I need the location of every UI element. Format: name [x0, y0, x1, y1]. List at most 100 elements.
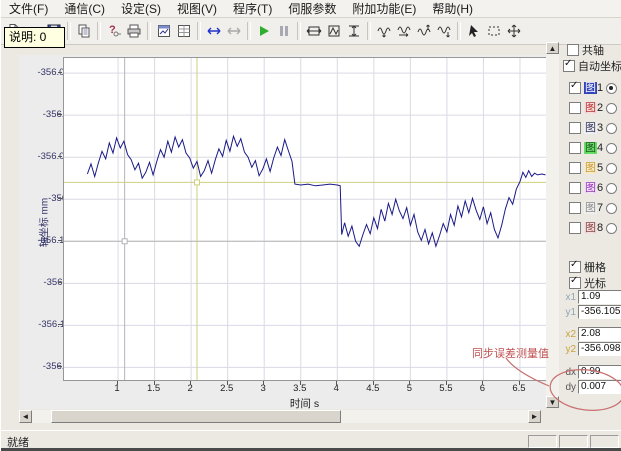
zoom-fit-icon[interactable]: [304, 21, 324, 41]
x-tick-mark: [263, 381, 264, 385]
trace-number: 2: [597, 102, 603, 114]
checkbox[interactable]: [563, 60, 575, 72]
trace-color-swatch: 图: [584, 142, 597, 154]
horizontal-scrollbar-thumb[interactable]: [51, 410, 341, 423]
field-label-dx: dx: [559, 367, 576, 378]
trace-number: 4: [597, 142, 603, 154]
field-value-x1[interactable]: 1.09: [578, 290, 621, 304]
trace-radio[interactable]: [606, 223, 617, 234]
trace-label: 图7: [584, 202, 603, 214]
cursor-field-row-y2: y2-356.098: [559, 342, 621, 356]
x-tick-mark: [336, 381, 337, 385]
trace-label: 图3: [584, 122, 603, 134]
field-value-y2[interactable]: -356.098: [578, 342, 621, 356]
toolbar-separator: [147, 22, 151, 40]
y-tick-mark: [58, 324, 62, 325]
trace-radio[interactable]: [606, 183, 617, 194]
trace-radio[interactable]: [606, 143, 617, 154]
y-tick-mark: [58, 366, 62, 367]
menu-item[interactable]: 帮助(H): [424, 0, 481, 18]
scroll-up-button[interactable]: ▲: [546, 42, 559, 54]
field-label-dy: dy: [559, 382, 576, 393]
trace-checkbox[interactable]: [569, 162, 581, 174]
trace-color-swatch: 图: [584, 82, 597, 94]
field-value-dx[interactable]: 0.99: [578, 365, 621, 379]
x-axis-title: 时间 s: [63, 396, 546, 411]
trace-checkbox[interactable]: [569, 202, 581, 214]
menu-item[interactable]: 通信(C): [56, 0, 113, 18]
svg-text:?: ?: [109, 24, 116, 36]
disconnect-icon[interactable]: [224, 21, 244, 41]
status-panel: [528, 435, 557, 448]
checkbox[interactable]: [567, 44, 579, 56]
trace-checkbox[interactable]: [569, 122, 581, 134]
copy-icon[interactable]: [74, 21, 94, 41]
print-icon[interactable]: [124, 21, 144, 41]
trace-checkbox[interactable]: [569, 102, 581, 114]
menu-item[interactable]: 程序(T): [225, 0, 280, 18]
wave-down-icon[interactable]: [434, 21, 454, 41]
pointer-icon[interactable]: [464, 21, 484, 41]
wave-sample-icon[interactable]: [374, 21, 394, 41]
checkbox-row-grid: 栅格: [569, 259, 606, 275]
tooltip-text: 说明: 0: [9, 30, 46, 44]
trace-number: 7: [597, 202, 603, 214]
trace-number: 8: [597, 222, 603, 234]
trace-label: 图1: [584, 82, 603, 94]
wave-shift-icon[interactable]: [394, 21, 414, 41]
start-icon[interactable]: [254, 21, 274, 41]
plot-area[interactable]: [63, 57, 548, 381]
x-tick-mark: [227, 381, 228, 385]
menu-item[interactable]: 附加功能(E): [344, 0, 424, 18]
trace-color-swatch: 图: [584, 182, 597, 194]
checkbox-row-coaxial: 共轴: [567, 42, 604, 58]
trace-radio[interactable]: [606, 203, 617, 214]
window-chart-icon[interactable]: [154, 21, 174, 41]
trace-checkbox[interactable]: [569, 82, 581, 94]
trace-number: 5: [597, 162, 603, 174]
trace-label: 图6: [584, 182, 603, 194]
wave-up-icon[interactable]: [414, 21, 434, 41]
menu-item[interactable]: 文件(F): [1, 0, 56, 18]
checkbox[interactable]: [569, 277, 581, 289]
toolbar-separator: [197, 22, 201, 40]
trace-label: 图2: [584, 102, 603, 114]
menu-item[interactable]: 伺服参数: [280, 0, 344, 18]
menu-item[interactable]: 设定(S): [113, 0, 169, 18]
trace-radio[interactable]: [606, 123, 617, 134]
trace-checkbox[interactable]: [569, 222, 581, 234]
trace-radio[interactable]: [606, 163, 617, 174]
trace-row-5: 图5: [569, 162, 617, 174]
field-value-y1[interactable]: -356.105: [578, 305, 621, 319]
menu-item[interactable]: 视图(V): [169, 0, 225, 18]
scroll-right-button[interactable]: ►: [528, 410, 541, 423]
pause-icon[interactable]: [274, 21, 294, 41]
zoom-window-icon[interactable]: [324, 21, 344, 41]
field-label-x1: x1: [559, 292, 576, 303]
trace-row-4: 图4: [569, 142, 617, 154]
field-value-dy[interactable]: 0.007: [578, 380, 621, 394]
x-tick-mark: [446, 381, 447, 385]
y-tick-mark: [58, 114, 62, 115]
checkbox-label: 共轴: [582, 42, 604, 58]
checkbox-label: 自动坐标: [578, 58, 621, 74]
checkbox-row-autoscale: 自动坐标: [563, 58, 621, 74]
x-tick-mark: [482, 381, 483, 385]
field-value-x2[interactable]: 2.08: [578, 327, 621, 341]
window-grid-icon[interactable]: [174, 21, 194, 41]
cursor-field-row-x1: x11.09: [559, 290, 621, 304]
checkbox[interactable]: [569, 261, 581, 273]
select-region-icon[interactable]: [484, 21, 504, 41]
help-key-icon[interactable]: ?: [104, 21, 124, 41]
trace-radio[interactable]: [606, 83, 617, 94]
x-tick-mark: [190, 381, 191, 385]
trace-radio[interactable]: [606, 103, 617, 114]
scroll-left-button[interactable]: ◄: [19, 410, 32, 423]
trace-checkbox[interactable]: [569, 182, 581, 194]
trace-checkbox[interactable]: [569, 142, 581, 154]
y-tick-mark: [58, 198, 62, 199]
connect-icon[interactable]: [204, 21, 224, 41]
pan-icon[interactable]: [504, 21, 524, 41]
zoom-vertical-icon[interactable]: [344, 21, 364, 41]
scroll-down-button[interactable]: ▼: [546, 396, 559, 408]
